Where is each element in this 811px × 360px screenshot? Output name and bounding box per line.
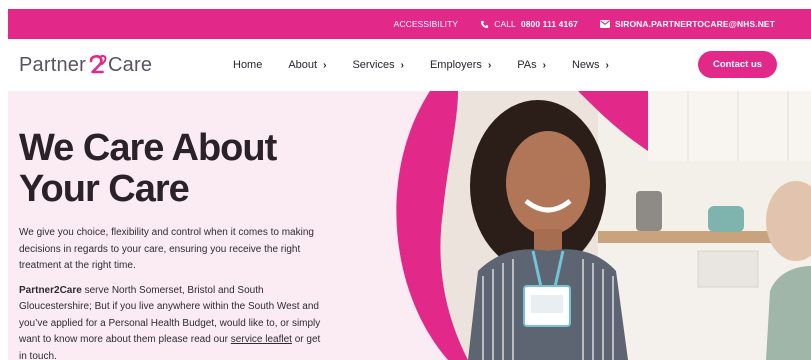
nav-news-label: News bbox=[571, 59, 600, 71]
nav-news[interactable]: News › bbox=[572, 59, 609, 71]
nav-about[interactable]: About › bbox=[288, 59, 326, 71]
logo-text-care: Care bbox=[108, 53, 153, 76]
hero-photo bbox=[396, 91, 811, 360]
hero-description: We give you choice, flexibility and cont… bbox=[19, 225, 329, 360]
call-link[interactable]: CALL 0800 111 4167 bbox=[480, 19, 578, 29]
mail-icon bbox=[599, 20, 610, 28]
service-leaflet-link[interactable]: service leaflet bbox=[231, 334, 292, 345]
accessibility-link[interactable]: ACCESSIBILITY bbox=[394, 19, 459, 29]
logo-text-partner: Partner bbox=[19, 53, 86, 76]
title-line-1: We Care About bbox=[19, 127, 277, 169]
chevron-right-icon: › bbox=[542, 59, 546, 71]
nav-pas-label: PAs bbox=[517, 59, 537, 71]
nav-employers-label: Employers bbox=[429, 59, 482, 71]
intro-paragraph: We give you choice, flexibility and cont… bbox=[19, 227, 314, 271]
nav-services[interactable]: Services › bbox=[352, 59, 404, 71]
service-area-paragraph: Partner2Care serve North Somerset, Brist… bbox=[19, 283, 329, 360]
call-prefix: CALL bbox=[494, 19, 516, 29]
page-title: We Care About Your Care bbox=[19, 128, 349, 210]
chevron-right-icon: › bbox=[605, 59, 609, 71]
main-nav: Home About › Services › Employers › PAs … bbox=[233, 39, 609, 91]
nav-home-label: Home bbox=[233, 59, 263, 71]
nav-about-label: About bbox=[288, 59, 318, 71]
contact-us-button[interactable]: Contact us bbox=[698, 51, 777, 78]
email-address: SIRONA.PARTNERTOCARE@NHS.NET bbox=[614, 19, 775, 29]
phone-icon bbox=[481, 20, 489, 28]
brand-name: Partner2Care bbox=[19, 284, 82, 296]
phone-number: 0800 111 4167 bbox=[520, 19, 578, 29]
title-line-2: Your Care bbox=[19, 168, 190, 210]
logo[interactable]: Partner Care bbox=[19, 52, 152, 78]
nav-services-label: Services bbox=[352, 59, 395, 71]
top-bar: ACCESSIBILITY CALL 0800 111 4167 SIRONA.… bbox=[8, 9, 811, 39]
chevron-right-icon: › bbox=[400, 59, 404, 71]
chevron-right-icon: › bbox=[487, 59, 492, 71]
email-link[interactable]: SIRONA.PARTNERTOCARE@NHS.NET bbox=[599, 19, 775, 29]
nav-employers[interactable]: Employers › bbox=[430, 59, 491, 71]
nav-home[interactable]: Home bbox=[233, 59, 262, 71]
logo-heart-two bbox=[87, 52, 107, 78]
chevron-right-icon: › bbox=[323, 59, 327, 71]
accessibility-label: ACCESSIBILITY bbox=[393, 19, 459, 29]
site-header: Partner Care Home About › Services › Emp… bbox=[8, 39, 811, 91]
nav-pas[interactable]: PAs › bbox=[517, 59, 546, 71]
hero-section: We Care About Your Care We give you choi… bbox=[8, 91, 811, 360]
